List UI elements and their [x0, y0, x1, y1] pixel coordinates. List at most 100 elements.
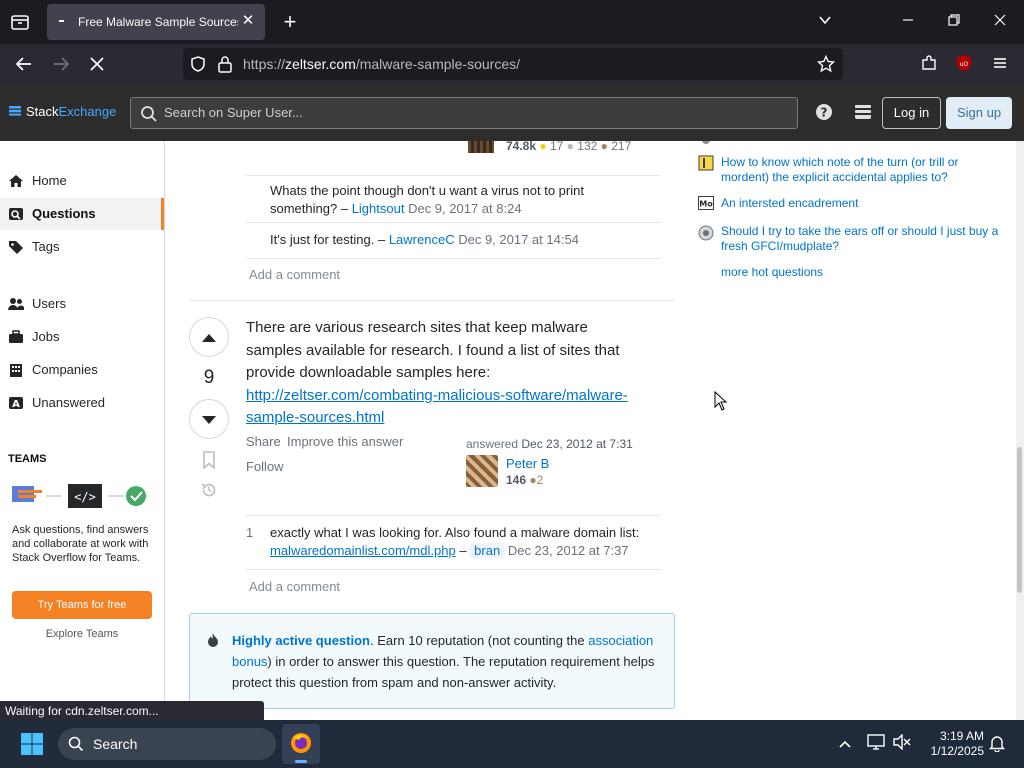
- lock-icon[interactable]: [217, 55, 233, 78]
- main-content: 74.8k ● 17 ● 132 ● 217 Whats the point t…: [165, 141, 1024, 720]
- hot-question-link[interactable]: Should I try to take the ears off or sho…: [721, 224, 1001, 254]
- nav-item-jobs[interactable]: Jobs: [0, 321, 164, 353]
- upvote-button[interactable]: [189, 317, 229, 357]
- svg-text:uO: uO: [960, 61, 969, 68]
- left-sidebar: Home Questions Tags Users Jobs Companies…: [0, 141, 165, 720]
- user-reputation: 146 ●2: [506, 473, 544, 487]
- nav-item-unanswered[interactable]: A Unanswered: [0, 387, 164, 419]
- divider: [246, 222, 660, 223]
- tab-close-icon[interactable]: ✕: [239, 12, 257, 30]
- user-name-link[interactable]: Peter B: [506, 456, 549, 471]
- site-header: StackExchange Search on Super User... ? …: [0, 84, 1024, 141]
- sign-up-button[interactable]: Sign up: [946, 97, 1012, 129]
- help-icon[interactable]: ?: [815, 103, 833, 126]
- search-placeholder: Search on Super User...: [164, 105, 303, 120]
- answer-link[interactable]: http://zeltser.com/combating-malicious-s…: [246, 387, 628, 427]
- nav-item-tags[interactable]: Tags: [0, 231, 164, 263]
- show-hidden-icons[interactable]: [835, 734, 855, 754]
- svg-text:A: A: [12, 399, 20, 410]
- list-all-tabs-icon[interactable]: [815, 12, 835, 32]
- extensions-icon[interactable]: [918, 54, 940, 74]
- window-close-icon[interactable]: [990, 12, 1010, 32]
- unanswered-icon: A: [8, 396, 26, 410]
- bookmark-icon[interactable]: [202, 451, 216, 474]
- comment-user-link[interactable]: bran: [470, 543, 505, 558]
- fire-icon: [206, 632, 220, 653]
- prev-avatar[interactable]: [468, 141, 494, 153]
- answered-timestamp: answered Dec 23, 2012 at 7:31: [466, 437, 633, 451]
- restore-icon[interactable]: [944, 12, 964, 32]
- taskbar-search[interactable]: Search: [58, 728, 276, 760]
- more-hot-questions-link[interactable]: more hot questions: [721, 265, 1001, 280]
- user-card: answered Dec 23, 2012 at 7:31 Peter B 14…: [466, 437, 666, 487]
- menu-icon[interactable]: [989, 54, 1011, 74]
- comment-user-link[interactable]: LawrenceC: [389, 232, 455, 247]
- downvote-button[interactable]: [189, 399, 229, 439]
- share-link[interactable]: Share: [246, 434, 281, 449]
- back-icon[interactable]: [13, 54, 35, 74]
- volume-muted-icon[interactable]: [892, 733, 912, 754]
- home-icon: [8, 174, 26, 188]
- add-comment-link[interactable]: Add a comment: [249, 267, 340, 282]
- browser-nav-bar: https://zeltser.com/malware-sample-sourc…: [0, 44, 1024, 84]
- nav-item-questions[interactable]: Questions: [0, 198, 164, 230]
- nav-item-companies[interactable]: Companies: [0, 354, 164, 386]
- forward-icon[interactable]: [50, 54, 72, 74]
- firefox-taskbar-button[interactable]: [282, 724, 320, 764]
- explore-teams-link[interactable]: Explore Teams: [12, 628, 152, 640]
- history-icon[interactable]: [200, 481, 218, 504]
- add-comment-link[interactable]: Add a comment: [249, 579, 340, 594]
- site-switcher-icon[interactable]: [853, 103, 873, 126]
- hot-question-link[interactable]: How to know which note of the turn (or t…: [721, 155, 1001, 185]
- search-icon: [140, 105, 158, 128]
- clock-date: 1/12/2025: [930, 744, 984, 758]
- improve-answer-link[interactable]: Improve this answer: [287, 434, 403, 449]
- notification-bell-icon[interactable]: [987, 734, 1007, 754]
- active-app-indicator: [295, 760, 307, 763]
- divider: [246, 258, 660, 259]
- scrollbar-thumb[interactable]: [1017, 447, 1022, 593]
- nav-item-home[interactable]: Home: [0, 165, 164, 197]
- stackexchange-logo[interactable]: StackExchange: [8, 104, 116, 122]
- taskbar-clock[interactable]: 3:19 AM 1/12/2025: [920, 729, 984, 759]
- search-icon: [68, 736, 84, 757]
- answer-body: There are various research sites that ke…: [246, 319, 628, 427]
- ublock-icon[interactable]: uO: [953, 54, 975, 74]
- follow-link[interactable]: Follow: [246, 459, 284, 474]
- briefcase-icon: [8, 330, 26, 344]
- new-tab-icon[interactable]: +: [280, 11, 300, 33]
- browser-tab-bar: Free Malware Sample Sources f ✕ +: [0, 0, 1024, 44]
- comment: It's just for testing. – LawrenceC Dec 9…: [270, 232, 579, 247]
- taskbar-search-label: Search: [93, 736, 138, 752]
- users-icon: [8, 297, 26, 311]
- vote-count: 9: [203, 367, 215, 388]
- bookmark-star-icon[interactable]: [816, 54, 836, 78]
- divider: [246, 175, 660, 176]
- page-scrollbar[interactable]: [1016, 141, 1024, 720]
- tracking-protection-icon[interactable]: [189, 55, 207, 78]
- url-text[interactable]: https://zeltser.com/malware-sample-sourc…: [243, 56, 520, 72]
- divider: [246, 515, 660, 516]
- comment-link[interactable]: malwaredomainlist.com/mdl.php: [270, 543, 456, 558]
- log-in-button[interactable]: Log in: [882, 97, 941, 129]
- comment-user-link[interactable]: Lightsout: [352, 201, 405, 216]
- address-bar[interactable]: https://zeltser.com/malware-sample-sourc…: [183, 48, 843, 80]
- building-icon: [8, 363, 26, 377]
- minimize-icon[interactable]: [898, 12, 918, 32]
- browser-tab-active[interactable]: Free Malware Sample Sources f ✕: [47, 4, 265, 40]
- svg-text:Mo: Mo: [699, 200, 713, 209]
- site-search-input[interactable]: Search on Super User...: [130, 97, 798, 129]
- hot-question-link[interactable]: An intersted encadrement: [721, 196, 1001, 211]
- network-icon[interactable]: [866, 734, 886, 754]
- stop-loading-icon[interactable]: [86, 54, 108, 74]
- try-teams-button[interactable]: Try Teams for free: [12, 591, 152, 619]
- comment: exactly what I was looking for. Also fou…: [270, 525, 640, 558]
- diy-icon: [698, 225, 714, 241]
- avatar[interactable]: [466, 455, 498, 487]
- divider: [246, 569, 660, 570]
- svg-text:?: ?: [821, 106, 828, 120]
- tab-list-icon[interactable]: [8, 10, 32, 34]
- windows-start-icon[interactable]: [20, 732, 44, 756]
- nav-item-users[interactable]: Users: [0, 288, 164, 320]
- comment-score: 1: [246, 525, 254, 540]
